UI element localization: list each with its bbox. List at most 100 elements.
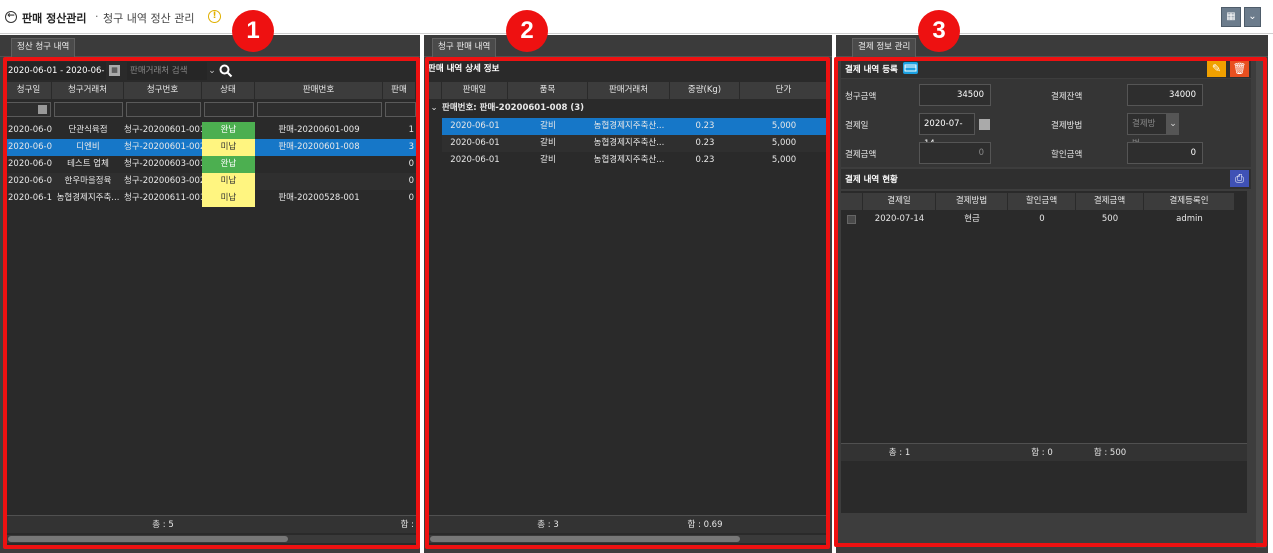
balance-input[interactable]: 34000 (1127, 84, 1203, 106)
panel1-tabbar: 정산 청구 내역 (0, 35, 420, 57)
cell-price: 5,000 (771, 138, 797, 148)
col-header-discount[interactable]: 할인금액 (1008, 193, 1076, 210)
tab-billing-list[interactable]: 정산 청구 내역 (11, 38, 76, 57)
billed-amount-input[interactable]: 34500 (919, 84, 991, 106)
payment-status-title: 결제 내역 현황 (845, 175, 898, 185)
options-dropdown-button[interactable]: ⌄ (1244, 7, 1261, 27)
billing-footer-sum: 합 : (400, 520, 414, 530)
cell-pay-date: 2020-07-14 (874, 214, 925, 224)
col-header-expander (428, 82, 442, 99)
sales-group-row[interactable]: ⌄ 판매번호: 판매-20200601-008 (3) (428, 100, 828, 117)
date-range-input[interactable]: 2020-06-01 - 2020-06-30 (6, 62, 106, 94)
billing-horizontal-scrollbar[interactable] (6, 535, 416, 543)
partner-search-input[interactable]: 판매거래처 검색 (127, 62, 207, 80)
sales-group-label: 판매번호: 판매-20200601-008 (3) (442, 103, 585, 113)
pay-date-label: 결제일 (845, 121, 869, 131)
row-checkbox[interactable] (847, 215, 856, 224)
page-subtitle: 청구 내역 정산 관리 (103, 12, 195, 25)
table-row[interactable]: 2020-06-11 농협경제지주축... 청구-20200611-001미납 판매-… (6, 190, 416, 207)
cell-status: 완납 (202, 156, 255, 173)
sales-grid: 판매 내역 상세 정보 판매일 품목 판매거래처 중량(Kg) 단가 ⌄ 판매번… (428, 60, 828, 548)
filter-calendar-icon[interactable] (38, 105, 47, 114)
col-header-pay-method[interactable]: 결제방법 (936, 193, 1008, 210)
row-indent (428, 118, 442, 135)
cell-bill-partner: 한우마을정육 (64, 176, 112, 186)
table-row[interactable]: 2020-06-01 갈비 농협경제지주축산... 0.23 5,000 (428, 135, 828, 152)
col-header-sale-partner[interactable]: 판매거래처 (588, 82, 670, 99)
col-header-price[interactable]: 단가 (740, 82, 828, 99)
cell-sale-date: 2020-06-01 (450, 121, 500, 131)
tab-bill-sales[interactable]: 청구 판매 내역 (432, 38, 497, 57)
col-header-pay-amount[interactable]: 결제금액 (1076, 193, 1144, 210)
col-header-bill-partner[interactable]: 청구거래처 (52, 82, 124, 99)
group-collapse-chevron-icon[interactable]: ⌄ (428, 100, 440, 117)
cell-registrar: admin (1176, 214, 1203, 224)
filter-bill-no[interactable] (126, 102, 201, 117)
cell-bill-partner: 디엔비 (76, 142, 100, 152)
table-row[interactable]: 2020-06-03 테스트 업체 청구-20200603-001완납 0 (6, 156, 416, 173)
pay-date-calendar-icon[interactable] (979, 119, 990, 130)
col-header-item[interactable]: 품목 (508, 82, 588, 99)
table-row[interactable]: 2020-06-01 디엔비 청구-20200601-002미납 판매-2020060… (6, 139, 416, 156)
cell-status: 완납 (202, 122, 255, 139)
cell-status: 미납 (202, 173, 255, 190)
col-header-weight[interactable]: 중량(Kg) (670, 82, 740, 99)
payment-vertical-scrollbar[interactable] (1256, 60, 1266, 548)
method-select[interactable]: 결제방법 (1127, 113, 1167, 149)
filter-sale-no[interactable] (257, 102, 382, 117)
col-header-pay-date[interactable]: 결제일 (863, 193, 936, 210)
method-dropdown-chevron-icon[interactable]: ⌄ (1167, 113, 1179, 135)
method-label: 결제방법 (1051, 121, 1083, 131)
layout-grid-button[interactable]: ▦ (1221, 7, 1241, 27)
tab-payment[interactable]: 결제 정보 관리 (852, 38, 917, 57)
cell-pay-method: 현금 (964, 214, 980, 224)
filter-sale-extra[interactable] (385, 102, 416, 117)
col-header-registrar[interactable]: 결제등록인 (1144, 193, 1235, 210)
cell-discount: 0 (1039, 214, 1045, 224)
badge-1: 1 (232, 10, 274, 52)
cell-item: 갈비 (540, 155, 556, 165)
table-row[interactable]: 2020-06-01 단관식육점 청구-20200601-001완납 판매-20200… (6, 122, 416, 139)
cell-sale-date: 2020-06-01 (450, 155, 500, 165)
filter-bill-date[interactable] (6, 102, 51, 117)
col-header-bill-no[interactable]: 청구번호 (124, 82, 202, 99)
cell-bill-date: 2020-06-11 (8, 193, 52, 203)
filter-bill-partner[interactable] (54, 102, 123, 117)
delete-trash-icon[interactable]: 🗑 (1230, 60, 1249, 77)
payment-footer-discount: 합 : 0 (1031, 448, 1053, 458)
pay-amount-input[interactable]: 0 (919, 142, 991, 164)
back-arrow-icon[interactable]: ← (5, 11, 17, 23)
print-icon[interactable]: ⎙ (1230, 170, 1249, 187)
table-row[interactable]: 2020-06-03 한우마을정육 청구-20200603-002미납 0 (6, 173, 416, 190)
search-dropdown-chevron-icon[interactable]: ⌄ (207, 62, 217, 80)
cell-sale-extra: 0 (408, 176, 414, 186)
cell-sale-no: 판매-20200601-008 (278, 142, 360, 152)
sales-horizontal-scrollbar[interactable] (428, 535, 828, 543)
warning-icon[interactable]: ! (208, 10, 221, 23)
edit-pencil-icon[interactable]: ✎ (1207, 60, 1226, 77)
calendar-icon[interactable]: ▦ (109, 65, 120, 76)
cell-sale-extra: 1 (408, 125, 414, 135)
row-indent (428, 152, 442, 169)
table-row[interactable]: 2020-06-01 갈비 농협경제지주축산... 0.23 5,000 (428, 118, 828, 135)
col-header-sale-no[interactable]: 판매번호 (255, 82, 383, 99)
cell-sale-no (255, 156, 383, 173)
col-header-bill-date[interactable]: 청구일 (6, 82, 52, 99)
cell-bill-no: 청구-20200601-002 (124, 142, 202, 152)
col-header-sale-date[interactable]: 판매일 (442, 82, 508, 99)
pay-date-input[interactable]: 2020-07-14 (919, 113, 975, 149)
table-row[interactable]: 2020-06-01 갈비 농협경제지주축산... 0.23 5,000 (428, 152, 828, 169)
cell-bill-no: 청구-20200601-001 (124, 125, 202, 135)
search-icon[interactable] (219, 64, 233, 78)
title-separator: · (95, 10, 99, 23)
col-header-status[interactable]: 상태 (202, 82, 255, 99)
filter-status[interactable] (204, 102, 254, 117)
cell-price: 5,000 (771, 155, 797, 165)
cell-price: 5,000 (771, 121, 797, 131)
sales-scroll-thumb[interactable] (430, 536, 740, 542)
billing-scroll-thumb[interactable] (8, 536, 288, 542)
col-header-sale-extra[interactable]: 판매 (383, 82, 416, 99)
table-row[interactable]: 2020-07-14 현금 0 500 admin (841, 211, 1235, 228)
pay-amount-label: 결제금액 (845, 150, 877, 160)
discount-input[interactable]: 0 (1127, 142, 1203, 164)
